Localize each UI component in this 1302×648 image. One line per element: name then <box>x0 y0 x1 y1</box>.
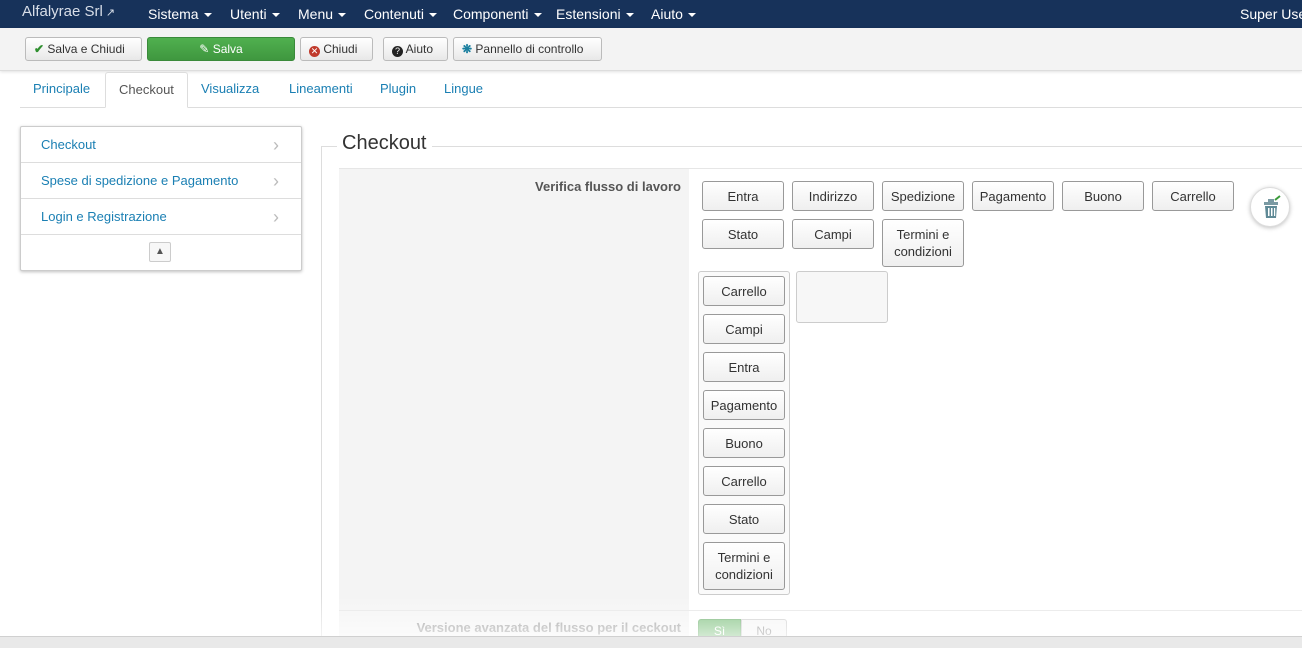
ordered-step-chip[interactable]: Stato <box>703 504 785 534</box>
help-label: Aiuto <box>405 42 434 56</box>
tab-visualizza[interactable]: Visualizza <box>188 72 272 108</box>
help-icon: ? <box>392 46 403 57</box>
advanced-workflow-label: Versione avanzata del flusso per il ceck… <box>416 620 681 635</box>
workflow-drop-zone[interactable] <box>796 271 888 323</box>
menu-menu[interactable]: Menu <box>298 6 347 22</box>
save-and-close-label: Salva e Chiudi <box>47 42 125 56</box>
section-nav-footer: ▲ <box>21 235 301 271</box>
section-nav-login-registration[interactable]: Login e Registrazione › <box>21 199 301 235</box>
section-nav: Checkout › Spese di spedizione e Pagamen… <box>20 126 302 271</box>
tab-lingue[interactable]: Lingue <box>431 72 496 108</box>
site-brand-link[interactable]: Alfalyrae Srl ↗ <box>22 3 115 20</box>
close-label: Chiudi <box>323 42 358 56</box>
ordered-step-chip[interactable]: Carrello <box>703 466 785 496</box>
section-title: Checkout <box>337 132 432 155</box>
menu-label: Componenti <box>453 6 529 22</box>
caret-down-icon <box>203 13 212 17</box>
site-brand-label: Alfalyrae Srl <box>22 3 103 20</box>
tab-bar: Principale Checkout Visualizza Lineament… <box>20 72 1302 108</box>
tab-checkout[interactable]: Checkout <box>105 72 188 108</box>
step-chip[interactable]: Carrello <box>1152 181 1234 211</box>
section-nav-label: Checkout <box>41 137 96 152</box>
status-bar <box>0 636 1302 648</box>
chevron-right-icon: › <box>273 171 279 191</box>
scroll-up-icon[interactable]: ▲ <box>149 242 171 262</box>
external-link-icon: ↗ <box>105 7 116 19</box>
control-panel-icon: ❋ <box>462 42 473 56</box>
step-chip[interactable]: Indirizzo <box>792 181 874 211</box>
menu-utenti[interactable]: Utenti <box>230 6 280 22</box>
menu-componenti[interactable]: Componenti <box>453 6 542 22</box>
menu-aiuto[interactable]: Aiuto <box>651 6 696 22</box>
section-nav-label: Login e Registrazione <box>41 209 167 224</box>
section-nav-label: Spese di spedizione e Pagamento <box>41 173 239 188</box>
user-menu[interactable]: Super User <box>1240 6 1302 22</box>
menu-label: Menu <box>298 6 334 22</box>
tab-lineamenti[interactable]: Lineamenti <box>276 72 366 108</box>
caret-down-icon <box>533 13 542 17</box>
trash-drop-zone[interactable] <box>1250 187 1290 227</box>
fieldset-border <box>321 146 322 636</box>
workflow-label-cell <box>339 168 689 610</box>
close-button[interactable]: ✕ Chiudi <box>300 37 373 61</box>
step-chip[interactable]: Entra <box>702 181 784 211</box>
step-chip[interactable]: Campi <box>792 219 874 249</box>
step-chip[interactable]: Buono <box>1062 181 1144 211</box>
fieldset-border-top <box>321 146 1302 147</box>
edit-icon: ✎ <box>199 42 210 56</box>
step-chip[interactable]: Pagamento <box>972 181 1054 211</box>
menu-label: Estensioni <box>556 6 621 22</box>
menu-contenuti[interactable]: Contenuti <box>364 6 437 22</box>
chevron-right-icon: › <box>273 135 279 155</box>
ordered-step-chip[interactable]: Termini e condizioni <box>703 542 785 590</box>
menu-sistema[interactable]: Sistema <box>148 6 212 22</box>
ordered-step-chip[interactable]: Entra <box>703 352 785 382</box>
step-chip[interactable]: Stato <box>702 219 784 249</box>
ordered-step-chip[interactable]: Carrello <box>703 276 785 306</box>
caret-down-icon <box>338 13 347 17</box>
control-panel-label: Pannello di controllo <box>475 42 584 56</box>
ordered-step-chip[interactable]: Buono <box>703 428 785 458</box>
save-and-close-button[interactable]: ✔ Salva e Chiudi <box>25 37 142 61</box>
chevron-right-icon: › <box>273 207 279 227</box>
ordered-step-chip[interactable]: Pagamento <box>703 390 785 420</box>
menu-label: Utenti <box>230 6 267 22</box>
save-button[interactable]: ✎ Salva <box>147 37 295 61</box>
close-icon: ✕ <box>309 46 320 57</box>
workflow-label: Verifica flusso di lavoro <box>535 179 681 194</box>
toolbar: ✔ Salva e Chiudi ✎ Salva ✕ Chiudi ? Aiut… <box>0 28 1302 71</box>
tab-principale[interactable]: Principale <box>20 72 103 108</box>
help-button[interactable]: ? Aiuto <box>383 37 448 61</box>
menu-estensioni[interactable]: Estensioni <box>556 6 634 22</box>
row-divider <box>689 168 1302 169</box>
top-navbar: Alfalyrae Srl ↗ Sistema Utenti Menu Conte… <box>0 0 1302 28</box>
menu-label: Sistema <box>148 6 199 22</box>
trash-icon <box>1264 195 1281 218</box>
save-label: Salva <box>212 42 243 56</box>
menu-label: Contenuti <box>364 6 424 22</box>
caret-down-icon <box>271 13 280 17</box>
section-nav-shipping-payment[interactable]: Spese di spedizione e Pagamento › <box>21 163 301 199</box>
caret-down-icon <box>625 13 634 17</box>
caret-down-icon <box>687 13 696 17</box>
menu-label: Aiuto <box>651 6 683 22</box>
ordered-step-chip[interactable]: Campi <box>703 314 785 344</box>
step-chip[interactable]: Spedizione <box>882 181 964 211</box>
caret-down-icon <box>428 13 437 17</box>
check-icon: ✔ <box>34 42 45 56</box>
step-chip[interactable]: Termini e condizioni <box>882 219 964 267</box>
control-panel-button[interactable]: ❋ Pannello di controllo <box>453 37 602 61</box>
section-nav-checkout[interactable]: Checkout › <box>21 127 301 163</box>
tab-plugin[interactable]: Plugin <box>367 72 429 108</box>
